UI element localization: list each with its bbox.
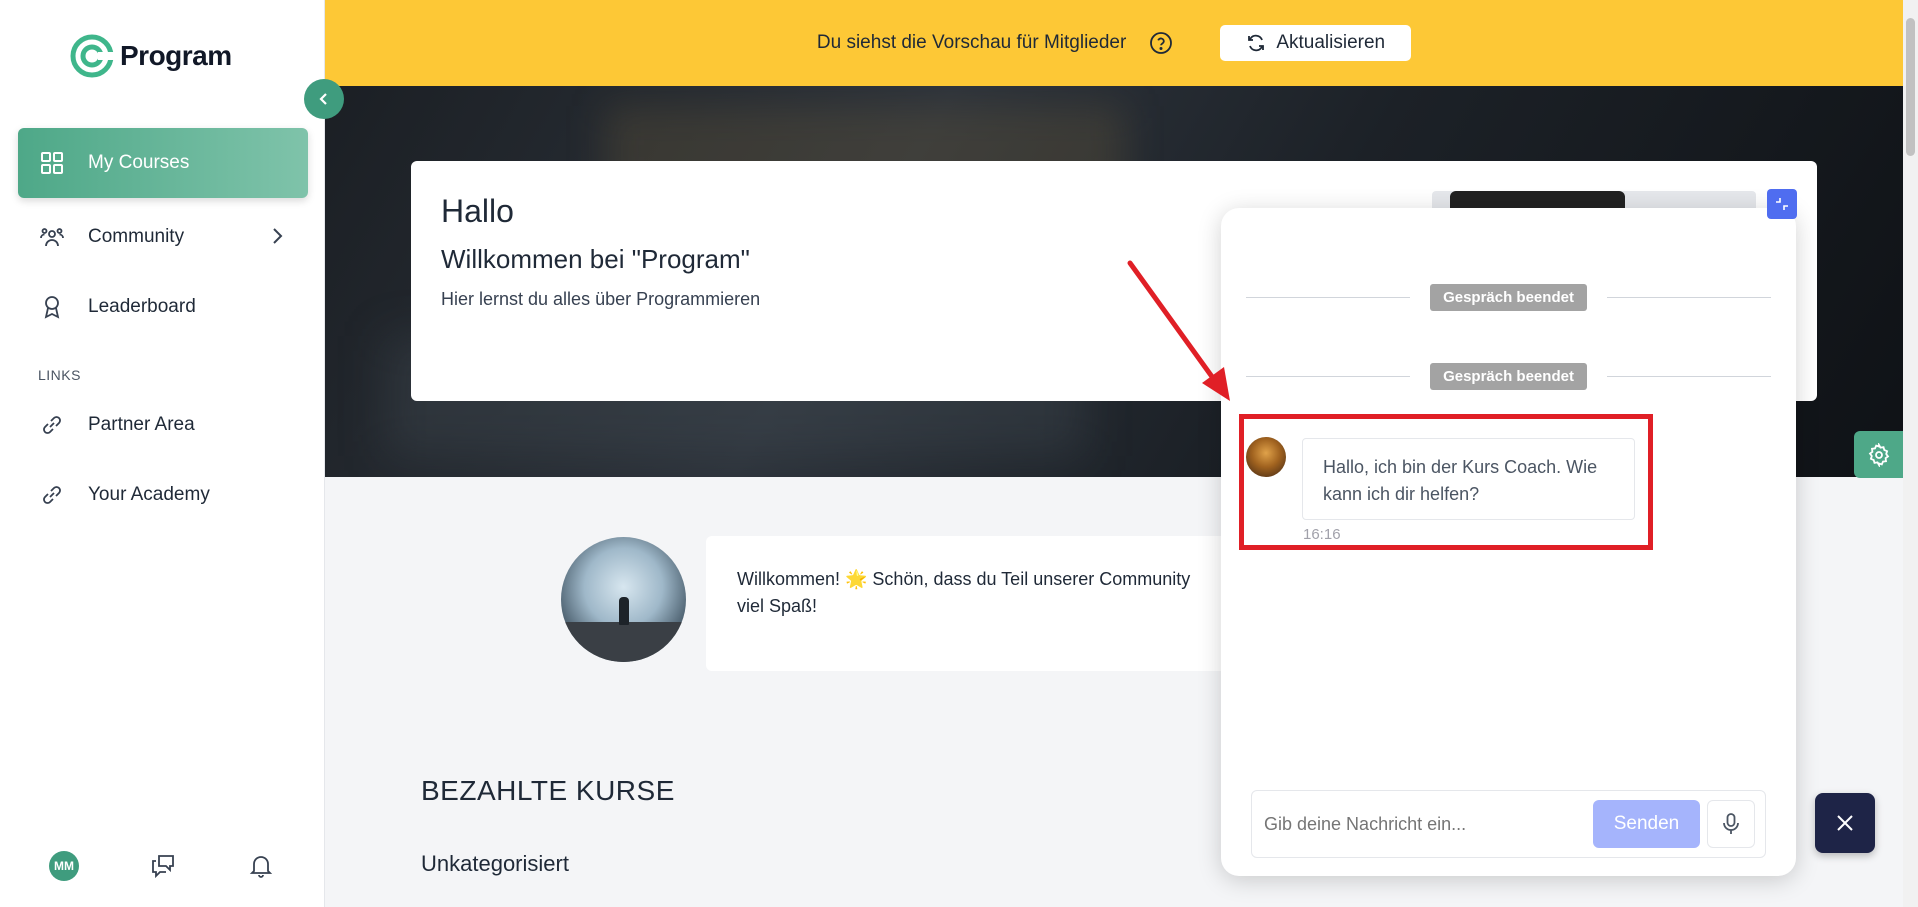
section-title: BEZAHLTE KURSE [421, 775, 675, 806]
avatar[interactable]: MM [49, 851, 79, 881]
annotation-arrow-icon [1127, 260, 1230, 401]
refresh-icon [1248, 34, 1265, 52]
links-heading: LINKS [38, 367, 81, 383]
chat-widget: Gespräch beendet Gespräch beendet Hallo,… [1221, 208, 1796, 876]
app-root: Program My Courses Community Leaderboard… [0, 0, 1918, 907]
welcome-line-1: Willkommen! 🌟 Schön, dass du Teil unsere… [737, 569, 1191, 589]
divider-line [1606, 375, 1772, 377]
sidebar-item-your-academy[interactable]: Your Academy [18, 460, 308, 530]
sidebar-collapse-button[interactable] [304, 79, 344, 119]
divider-line [1246, 296, 1411, 298]
program-logo-icon [70, 34, 114, 78]
highlight-box [1239, 414, 1653, 550]
chat-message-input[interactable] [1264, 804, 1587, 844]
minimize-icon [1776, 198, 1788, 210]
welcome-avatar [561, 537, 686, 662]
sidebar-footer: MM [0, 827, 325, 907]
avatar-figure [619, 597, 629, 625]
link-icon [40, 413, 64, 437]
chevron-left-icon [319, 93, 327, 105]
logo[interactable]: Program [70, 34, 232, 78]
sidebar-item-label: My Courses [88, 152, 190, 173]
sidebar-item-label: Partner Area [88, 414, 195, 435]
page-scrollbar[interactable] [1903, 0, 1918, 907]
microphone-icon [1723, 813, 1739, 834]
welcome-line-2: viel Spaß! [737, 596, 818, 616]
gear-icon [1868, 442, 1889, 467]
status-badge: Gespräch beendet [1430, 362, 1587, 390]
minimize-chat-button[interactable] [1767, 189, 1797, 219]
close-icon [1837, 815, 1853, 831]
conversation-divider: Gespräch beendet [1246, 362, 1772, 390]
send-button[interactable]: Senden [1593, 800, 1700, 848]
sidebar-item-my-courses[interactable]: My Courses [18, 128, 308, 198]
link-icon [40, 483, 64, 507]
community-icon [40, 225, 64, 249]
banner-text: Du siehst die Vorschau für Mitglieder [816, 32, 1127, 53]
messages-icon[interactable] [149, 852, 177, 880]
refresh-label: Aktualisieren [1276, 32, 1386, 53]
preview-banner: Du siehst die Vorschau für Mitglieder Ak… [325, 0, 1903, 86]
chat-input-row: Senden [1251, 790, 1766, 858]
sidebar-item-label: Your Academy [88, 484, 210, 505]
conversation-divider: Gespräch beendet [1246, 283, 1772, 311]
status-badge: Gespräch beendet [1430, 283, 1587, 311]
divider-line [1606, 296, 1772, 298]
sidebar-item-community[interactable]: Community [18, 202, 308, 272]
microphone-button[interactable] [1707, 800, 1755, 848]
bell-icon[interactable] [247, 852, 275, 880]
divider-line [1246, 375, 1411, 377]
sidebar-item-leaderboard[interactable]: Leaderboard [18, 272, 308, 342]
scrollbar-thumb[interactable] [1906, 18, 1915, 156]
settings-tab[interactable] [1854, 431, 1903, 478]
grid-icon [40, 151, 64, 175]
help-icon[interactable] [1148, 30, 1174, 56]
course-category: Unkategorisiert [421, 851, 569, 876]
sidebar-item-label: Leaderboard [88, 296, 196, 317]
chevron-right-icon [273, 228, 283, 244]
refresh-button[interactable]: Aktualisieren [1220, 25, 1412, 61]
sidebar-item-label: Community [88, 226, 185, 247]
sidebar-item-partner-area[interactable]: Partner Area [18, 390, 308, 460]
welcome-message-card: Willkommen! 🌟 Schön, dass du Teil unsere… [706, 536, 1306, 671]
avatar-ground [561, 622, 686, 662]
award-icon [40, 295, 64, 319]
sidebar: Program My Courses Community Leaderboard… [0, 0, 325, 907]
logo-text: Program [120, 40, 232, 71]
close-chat-button[interactable] [1815, 793, 1875, 853]
